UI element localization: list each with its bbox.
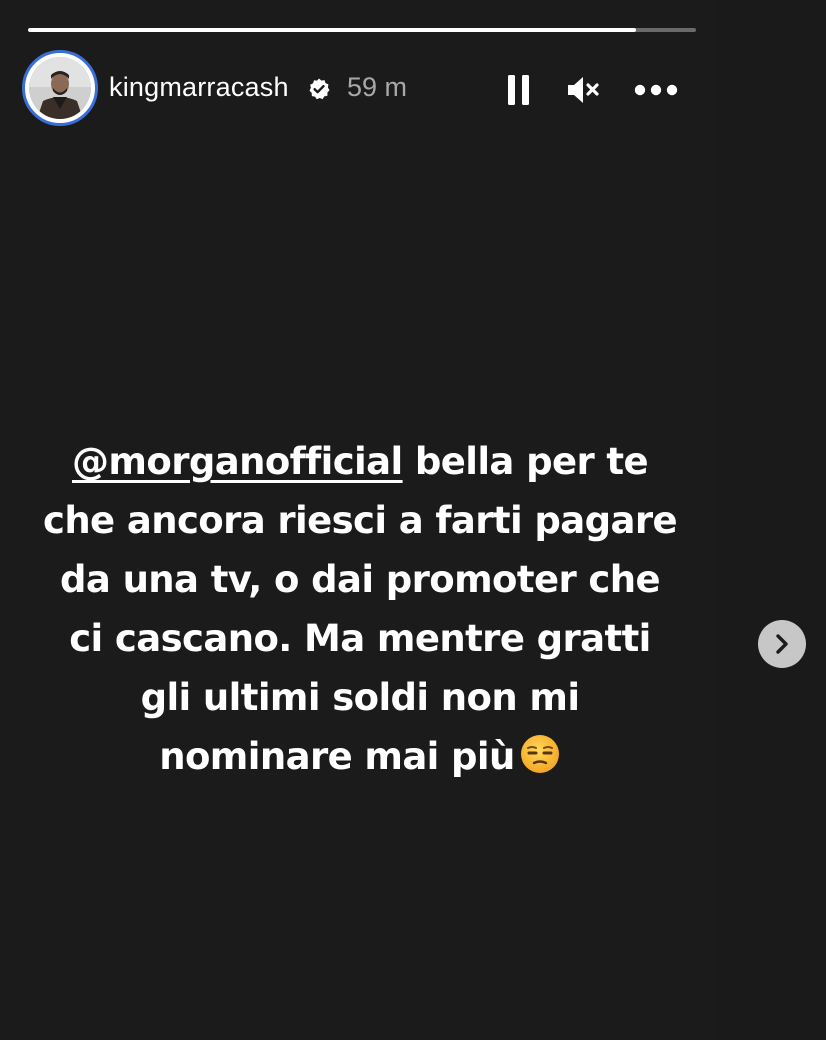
story-progress-bar: [28, 28, 696, 32]
story-caption: @morganofficial bella per te che ancora …: [40, 432, 680, 786]
story-timestamp: 59 m: [347, 72, 408, 102]
mention-link[interactable]: @morganofficial: [72, 440, 403, 483]
avatar-photo: [29, 57, 91, 119]
volume-muted-icon: [568, 77, 599, 103]
story-progress-fill: [28, 28, 636, 32]
pause-icon: [508, 75, 529, 105]
caption-text: bella per te che ancora riesci a farti p…: [42, 440, 678, 778]
verified-badge-icon: [309, 78, 330, 100]
pause-button[interactable]: [499, 70, 539, 110]
avatar[interactable]: [22, 50, 98, 126]
chevron-right-icon: [776, 634, 788, 654]
avatar-image: [29, 57, 91, 119]
next-story-button[interactable]: [758, 620, 806, 668]
story-viewer[interactable]: kingmarracash 59 m @morganofficial bella…: [0, 0, 716, 1040]
unamused-face-emoji: [520, 735, 559, 773]
story-header: kingmarracash 59 m: [22, 50, 696, 128]
more-options-button[interactable]: [634, 70, 678, 110]
username[interactable]: kingmarracash: [109, 72, 289, 103]
mute-button[interactable]: [563, 70, 603, 110]
more-options-icon: [634, 84, 678, 96]
